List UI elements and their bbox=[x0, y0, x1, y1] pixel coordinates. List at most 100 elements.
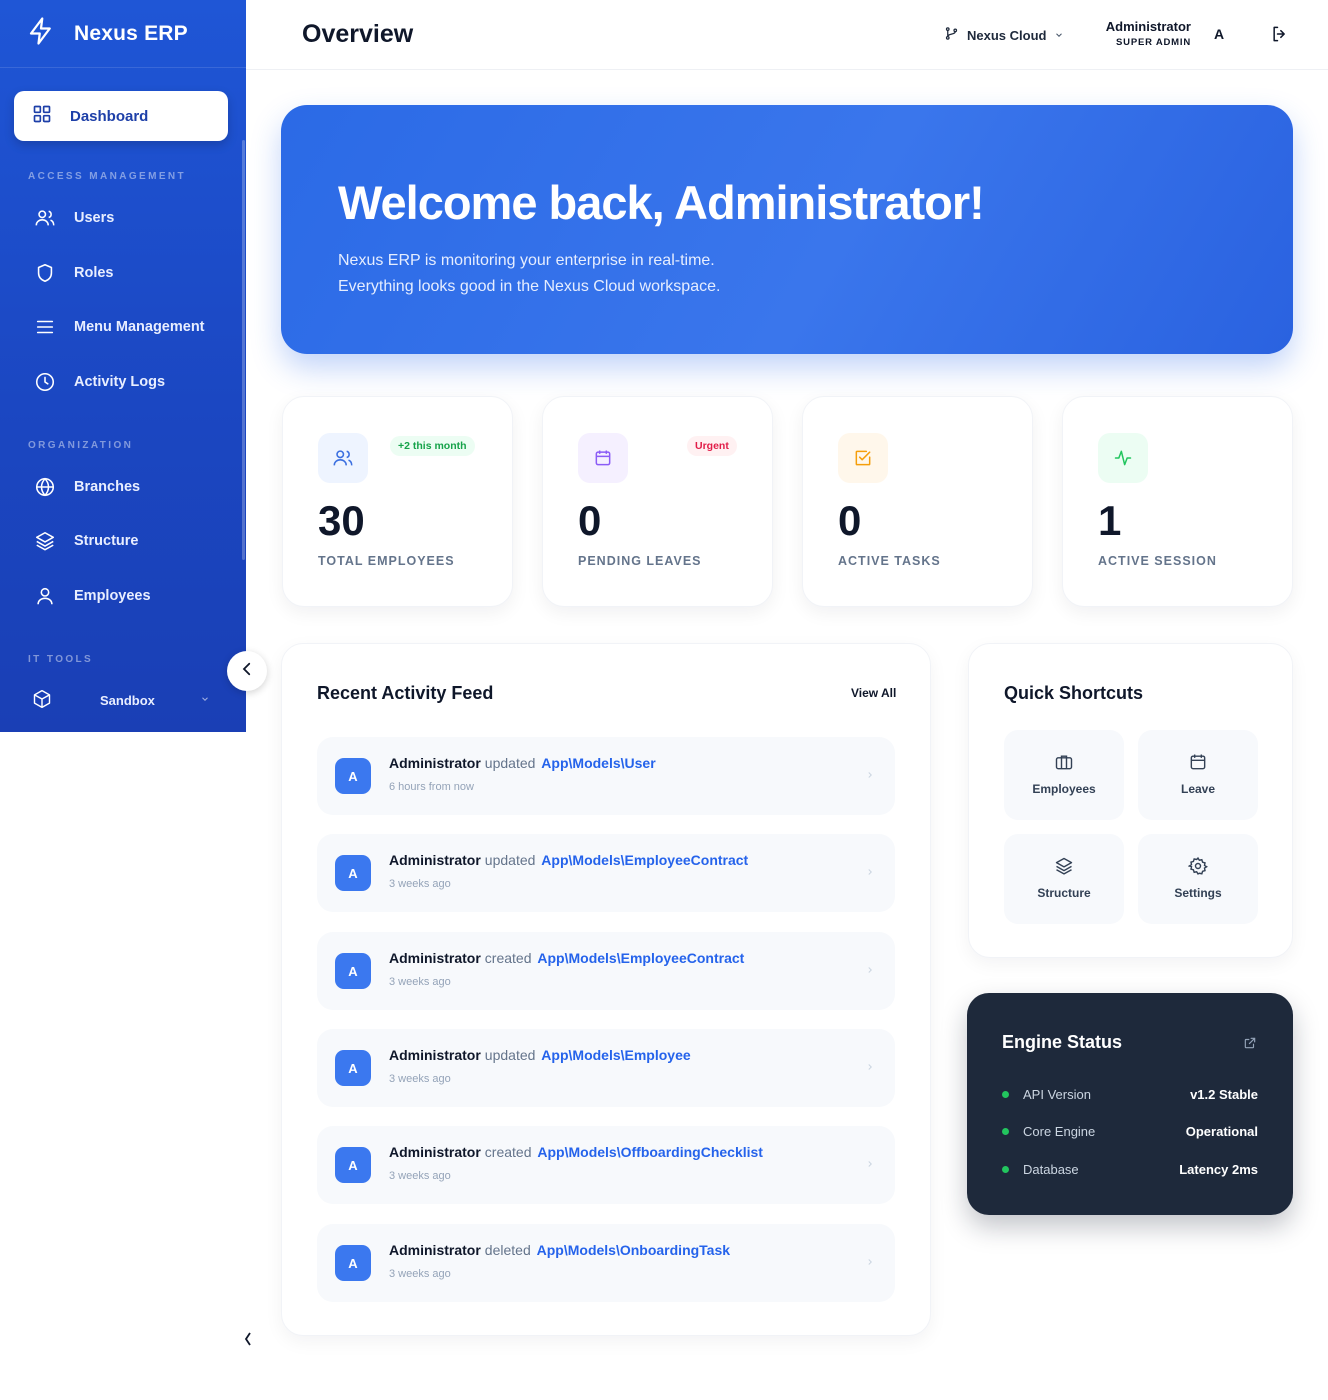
feed-title: Recent Activity Feed bbox=[317, 683, 494, 703]
avatar: A bbox=[335, 953, 371, 989]
welcome-subtitle: Nexus ERP is monitoring your enterprise … bbox=[338, 248, 720, 300]
quick-shortcuts: Quick Shortcuts Employees Leave Structur… bbox=[968, 643, 1293, 958]
logout-icon bbox=[1270, 26, 1290, 48]
chevron-down-icon bbox=[200, 692, 210, 707]
workspace-name: Nexus Cloud bbox=[967, 27, 1047, 43]
workspace-switcher[interactable]: Nexus Cloud bbox=[944, 26, 1064, 44]
engine-row: Database Latency 2ms bbox=[1002, 1160, 1258, 1180]
calendar-icon bbox=[578, 433, 628, 483]
sidebar-item-label: Sandbox bbox=[100, 692, 155, 708]
sidebar-item-sandbox[interactable]: Sandbox bbox=[0, 680, 246, 720]
view-all-link[interactable]: View All bbox=[851, 686, 896, 700]
chevron-down-icon bbox=[1054, 28, 1064, 43]
sidebar-item-employees[interactable]: Employees bbox=[0, 576, 246, 616]
sidebar-item-activity-logs[interactable]: Activity Logs bbox=[0, 362, 246, 402]
sidebar-item-dashboard[interactable]: Dashboard bbox=[14, 91, 228, 141]
activity-time: 3 weeks ago bbox=[389, 1073, 451, 1085]
sidebar-item-label: Branches bbox=[74, 479, 141, 495]
activity-model: App\Models\OffboardingChecklist bbox=[537, 1144, 763, 1160]
avatar: A bbox=[335, 855, 371, 891]
external-link-icon[interactable] bbox=[1243, 1036, 1257, 1055]
activity-item[interactable]: A Administrator updated App\Models\Employ… bbox=[317, 834, 895, 912]
activity-item[interactable]: A Administrator created App\Models\Employ… bbox=[317, 932, 895, 1010]
engine-row: API Version v1.2 Stable bbox=[1002, 1085, 1258, 1105]
activity-text: Administrator updated App\Models\Employee… bbox=[389, 852, 748, 868]
chevron-right-icon bbox=[865, 1156, 875, 1174]
chevron-right-icon bbox=[865, 767, 875, 785]
chevron-right-icon bbox=[865, 1059, 875, 1077]
activity-item[interactable]: A Administrator updated App\Models\Employ… bbox=[317, 1029, 895, 1107]
cube-icon bbox=[32, 689, 52, 712]
sidebar-item-roles[interactable]: Roles bbox=[0, 253, 246, 293]
activity-item[interactable]: A Administrator updated App\Models\User 6… bbox=[317, 737, 895, 815]
stat-card-active-tasks[interactable]: 0 ACTIVE TASKS bbox=[802, 396, 1033, 607]
activity-time: 3 weeks ago bbox=[389, 878, 451, 890]
activity-model: App\Models\Employee bbox=[541, 1047, 691, 1063]
sidebar-item-menu-management[interactable]: Menu Management bbox=[0, 307, 246, 347]
shortcut-employees[interactable]: Employees bbox=[1004, 730, 1124, 820]
engine-status-card: Engine Status API Version v1.2 Stable Co… bbox=[967, 993, 1293, 1215]
grid-icon bbox=[32, 104, 52, 128]
stat-card-pending-leaves[interactable]: Urgent 0 PENDING LEAVES bbox=[542, 396, 773, 607]
welcome-banner: Welcome back, Administrator! Nexus ERP i… bbox=[281, 105, 1293, 354]
welcome-title: Welcome back, Administrator! bbox=[338, 176, 985, 229]
activity-item[interactable]: A Administrator deleted App\Models\Onboar… bbox=[317, 1224, 895, 1302]
chevron-right-icon bbox=[865, 864, 875, 882]
stat-card-active-session[interactable]: 1 ACTIVE SESSION bbox=[1062, 396, 1293, 607]
section-label-organization: ORGANIZATION bbox=[28, 440, 134, 451]
layers-icon bbox=[34, 530, 56, 552]
check-square-icon bbox=[838, 433, 888, 483]
sidebar-item-structure[interactable]: Structure bbox=[0, 521, 246, 561]
status-dot bbox=[1002, 1166, 1009, 1173]
activity-action: created bbox=[484, 950, 532, 966]
stat-value: 30 bbox=[318, 497, 365, 544]
stat-label: ACTIVE SESSION bbox=[1098, 554, 1217, 568]
sidebar-item-users[interactable]: Users bbox=[0, 198, 246, 238]
activity-time: 3 weeks ago bbox=[389, 976, 451, 988]
activity-action: updated bbox=[484, 852, 536, 868]
activity-text: Administrator updated App\Models\User bbox=[389, 755, 656, 771]
users-icon bbox=[318, 433, 368, 483]
sidebar-item-label: Roles bbox=[74, 265, 114, 281]
chevron-left-icon bbox=[243, 1330, 253, 1353]
lightning-logo-icon bbox=[26, 16, 56, 51]
user-menu[interactable]: Administrator SUPER ADMIN bbox=[1096, 19, 1191, 48]
user-name: Administrator bbox=[1105, 19, 1191, 34]
sidebar-scrollbar[interactable] bbox=[242, 140, 245, 560]
activity-action: updated bbox=[484, 755, 536, 771]
shortcut-structure[interactable]: Structure bbox=[1004, 834, 1124, 924]
engine-row-key: API Version bbox=[1023, 1087, 1091, 1102]
welcome-line-2: Everything looks good in the Nexus Cloud… bbox=[338, 278, 721, 295]
logout-button[interactable] bbox=[1270, 24, 1290, 49]
status-dot bbox=[1002, 1091, 1009, 1098]
engine-row-key: Core Engine bbox=[1023, 1124, 1096, 1139]
shortcut-label: Settings bbox=[1174, 886, 1222, 900]
avatar[interactable]: A bbox=[1214, 26, 1224, 42]
users-icon bbox=[34, 207, 56, 229]
section-label-it-tools: IT TOOLS bbox=[28, 654, 94, 665]
brand-name: Nexus ERP bbox=[74, 21, 188, 45]
shield-icon bbox=[34, 262, 56, 284]
sidebar-collapse-button[interactable] bbox=[227, 651, 267, 691]
shortcut-leave[interactable]: Leave bbox=[1138, 730, 1258, 820]
sidebar-item-label: Activity Logs bbox=[74, 374, 166, 390]
chevron-right-icon bbox=[865, 1254, 875, 1272]
stat-value: 1 bbox=[1098, 497, 1122, 544]
stat-card-total-employees[interactable]: +2 this month 30 TOTAL EMPLOYEES bbox=[282, 396, 513, 607]
activity-model: App\Models\EmployeeContract bbox=[537, 950, 745, 966]
activity-text: Administrator updated App\Models\Employee bbox=[389, 1047, 691, 1063]
shortcuts-title: Quick Shortcuts bbox=[1004, 683, 1144, 703]
activity-time: 3 weeks ago bbox=[389, 1170, 451, 1182]
activity-action: updated bbox=[484, 1047, 536, 1063]
page-title: Overview bbox=[302, 20, 414, 48]
brand[interactable]: Nexus ERP bbox=[0, 0, 246, 68]
sidebar-item-branches[interactable]: Branches bbox=[0, 467, 246, 507]
avatar: A bbox=[335, 1050, 371, 1086]
sidebar-item-label: Structure bbox=[74, 533, 139, 549]
chevron-left-icon bbox=[238, 660, 256, 683]
activity-item[interactable]: A Administrator created App\Models\Offboa… bbox=[317, 1126, 895, 1204]
shortcut-settings[interactable]: Settings bbox=[1138, 834, 1258, 924]
layers-icon bbox=[1054, 856, 1074, 876]
activity-model: App\Models\OnboardingTask bbox=[536, 1242, 731, 1258]
activity-text: Administrator deleted App\Models\Onboardi… bbox=[389, 1242, 730, 1258]
